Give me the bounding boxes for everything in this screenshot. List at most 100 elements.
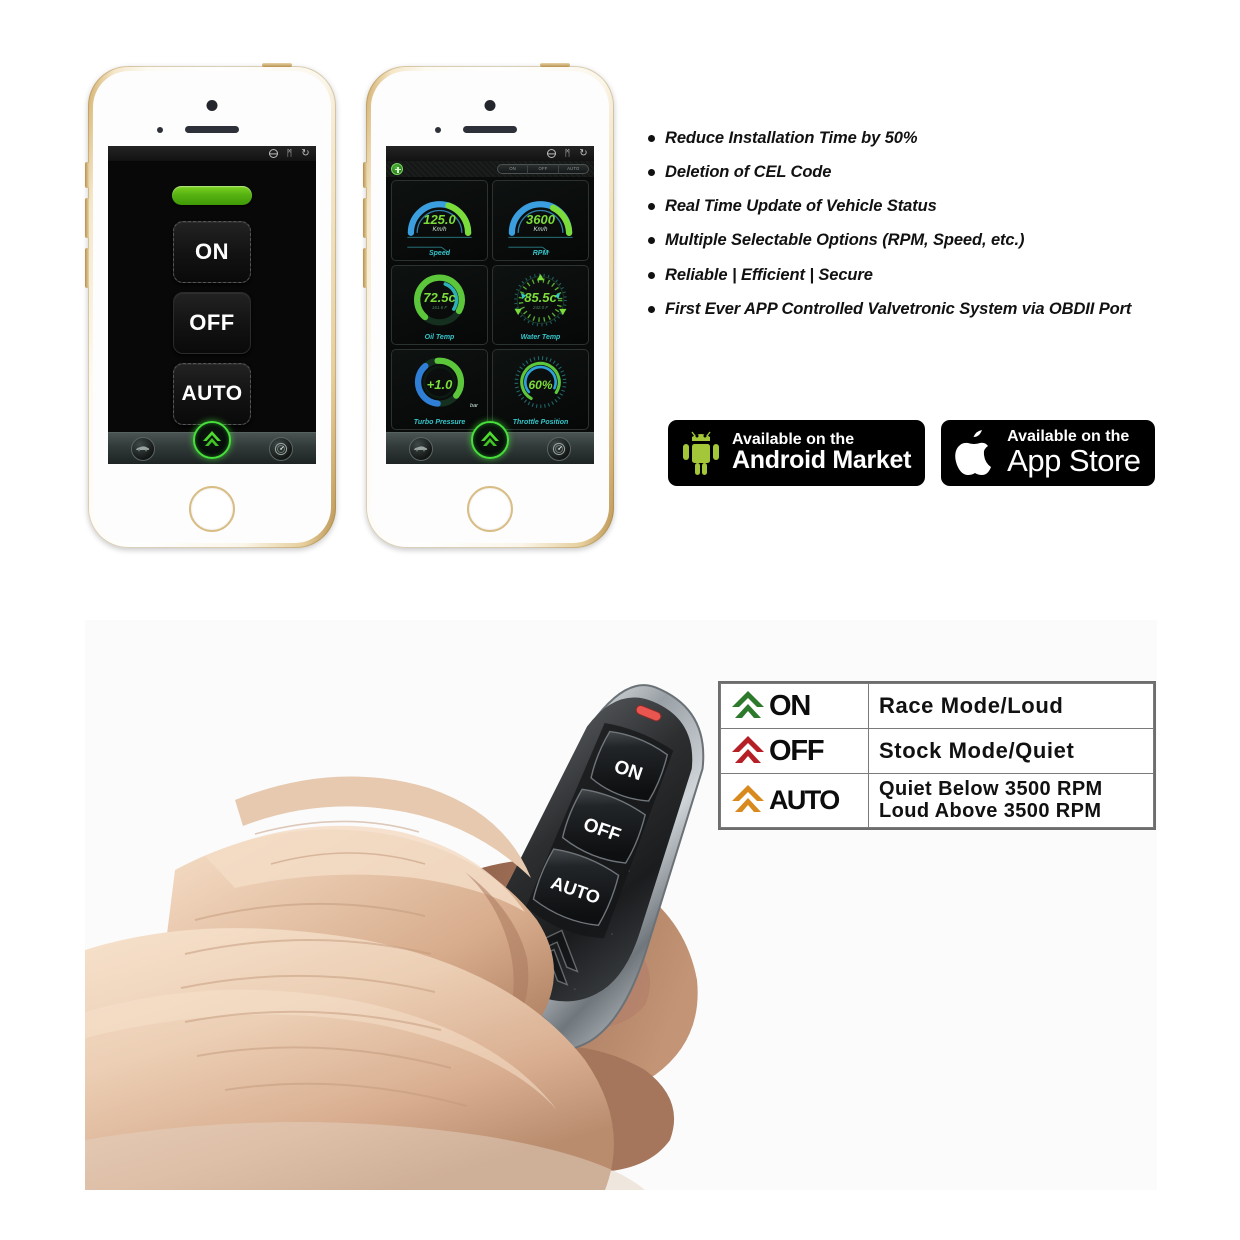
bullet-icon xyxy=(648,305,655,313)
valvetronic-logo-icon[interactable] xyxy=(193,421,231,459)
legend-desc-cell-auto: Quiet Below 3500 RPM Loud Above 3500 RPM xyxy=(868,773,1154,828)
home-button[interactable] xyxy=(467,486,513,532)
phone2-screen: ᛗ ↻ ON OFF AUTO 125.0 Km/h Speed 3600 Km… xyxy=(386,146,594,464)
connection-status-pill xyxy=(172,186,252,205)
phone-volume-up-button xyxy=(85,198,89,238)
legend-desc-text-off: Stock Mode/Quiet xyxy=(879,738,1075,764)
phone-power-button xyxy=(262,63,292,67)
legend-row-auto: AUTO Quiet Below 3500 RPM Loud Above 350… xyxy=(720,773,1154,828)
iphone-gauge-dashboard: ᛗ ↻ ON OFF AUTO 125.0 Km/h Speed 3600 Km… xyxy=(363,63,614,548)
mode-button-off[interactable]: OFF xyxy=(173,292,251,354)
legend-mode-label-auto: AUTO xyxy=(769,784,840,815)
gauge-water-temp[interactable]: 85.5c 242.0 F Water Temp xyxy=(492,264,589,346)
gauge-speed[interactable]: 125.0 Km/h Speed xyxy=(391,180,488,261)
apple-badge-line2: App Store xyxy=(1007,443,1141,479)
globe-icon xyxy=(269,149,278,158)
status-bar: ᛗ ↻ xyxy=(386,146,594,161)
legend-mode-label-off: OFF xyxy=(769,734,825,767)
bullet-icon xyxy=(648,135,655,142)
valvetronic-logo-glyph xyxy=(203,431,221,446)
gauge-settings-icon[interactable] xyxy=(269,436,294,461)
gauge-oil-temp-value: 72.5c xyxy=(423,289,456,305)
gauge-rpm-label: RPM xyxy=(532,249,549,257)
android-badge-line2: Android Market xyxy=(732,446,912,475)
segment-auto[interactable]: AUTO xyxy=(559,164,588,174)
product-sheet-page: ᛗ ↻ ON OFF AUTO ᛗ ↻ ON OFF AUTO 125.0 Km… xyxy=(0,0,1240,1240)
feature-text: Reduce Installation Time by 50% xyxy=(665,129,918,147)
android-badge-text: Available on the Android Market xyxy=(732,431,912,475)
feature-text: Deletion of CEL Code xyxy=(665,163,832,182)
bluetooth-icon: ᛗ xyxy=(564,148,571,158)
gauge-turbo-pressure-unit: bar xyxy=(470,403,478,410)
globe-icon xyxy=(547,149,556,158)
car-icon-glyph xyxy=(414,446,428,452)
gauge-speed-label: Speed xyxy=(428,249,450,257)
gauge-turbo-pressure[interactable]: +1.0 bar Turbo Pressure xyxy=(391,349,488,430)
gauge-throttle-position-value: 60% xyxy=(528,377,553,392)
refresh-icon: ↻ xyxy=(301,148,310,159)
feature-item: Deletion of CEL Code xyxy=(648,162,1168,183)
app-store-badge[interactable]: Available on the App Store xyxy=(941,420,1155,486)
gauge-water-temp-sub: 242.0 F xyxy=(532,304,549,310)
phone-silent-switch xyxy=(363,162,367,188)
car-icon-glyph xyxy=(136,446,150,452)
feature-item: Multiple Selectable Options (RPM, Speed,… xyxy=(648,230,1168,251)
gauge-settings-icon-glyph xyxy=(553,442,566,455)
car-icon[interactable] xyxy=(408,436,433,461)
chevron-logo-icon xyxy=(732,736,764,763)
gauge-speed-value: 125.0 xyxy=(423,212,456,228)
front-camera xyxy=(206,100,218,111)
proximity-sensor xyxy=(435,127,441,133)
android-robot-glyph xyxy=(683,431,719,475)
phone-power-button xyxy=(540,63,570,67)
gauge-topbar: ON OFF AUTO xyxy=(386,161,594,177)
segment-on[interactable]: ON xyxy=(498,164,529,174)
gauge-oil-temp[interactable]: 72.5c 161.6 F Oil Temp xyxy=(391,264,488,346)
valvetronic-logo-icon[interactable] xyxy=(471,421,509,459)
feature-text: Reliable | Efficient | Secure xyxy=(665,265,873,284)
feature-text: Real Time Update of Vehicle Status xyxy=(665,197,937,216)
gauge-settings-icon[interactable] xyxy=(547,436,572,461)
gauge-throttle-position[interactable]: 60% Throttle Position xyxy=(492,349,589,430)
phone1-screen: ᛗ ↻ ON OFF AUTO xyxy=(108,146,316,464)
valvetronic-logo-glyph xyxy=(481,431,499,446)
apple-logo-glyph xyxy=(955,430,992,475)
home-button[interactable] xyxy=(189,486,235,532)
mode-button-auto-label: AUTO xyxy=(181,382,243,405)
mode-button-on-label: ON xyxy=(195,239,229,264)
android-robot-icon xyxy=(679,429,723,477)
mode-button-on[interactable]: ON xyxy=(173,221,251,283)
earpiece-speaker xyxy=(463,126,517,133)
apple-logo-icon xyxy=(952,427,998,479)
proximity-sensor xyxy=(157,127,163,133)
gauge-rpm[interactable]: 3600 Km/h RPM xyxy=(492,180,589,261)
gauge-grid: 125.0 Km/h Speed 3600 Km/h RPM 72.5c 161… xyxy=(391,180,589,430)
legend-desc-text-on: Race Mode/Loud xyxy=(879,693,1064,719)
gauge-turbo-pressure-value: +1.0 xyxy=(426,377,453,393)
legend-desc-text-auto-1: Quiet Below 3500 RPM xyxy=(879,778,1103,800)
app-toolbar xyxy=(386,421,594,464)
legend-desc-text-auto-2: Loud Above 3500 RPM xyxy=(879,800,1102,823)
gauge-speed-unit: Km/h xyxy=(432,227,447,234)
mode-button-off-label: OFF xyxy=(189,310,235,335)
bluetooth-icon: ᛗ xyxy=(286,148,293,158)
feature-item: Reliable | Efficient | Secure xyxy=(648,265,1168,286)
segment-off[interactable]: OFF xyxy=(528,164,559,174)
legend-mode-label-on: ON xyxy=(769,689,811,722)
refresh-icon: ↻ xyxy=(579,148,588,159)
status-bar: ᛗ ↻ xyxy=(108,146,316,161)
store-badges: Available on the Android Market Availabl… xyxy=(668,420,1155,486)
remote-photo-panel: ON OFF AUTO ON Race Mode/Loud OFF Stock … xyxy=(85,620,1157,1190)
legend-mode-cell-auto: AUTO xyxy=(720,773,869,828)
android-market-badge[interactable]: Available on the Android Market xyxy=(668,420,926,486)
feature-item: First Ever APP Controlled Valvetronic Sy… xyxy=(648,299,1168,320)
add-gauge-button[interactable] xyxy=(391,163,403,175)
mode-segmented-control[interactable]: ON OFF AUTO xyxy=(497,164,589,174)
legend-row-off: OFF Stock Mode/Quiet xyxy=(720,728,1154,774)
mode-button-auto[interactable]: AUTO xyxy=(173,363,251,425)
legend-desc-cell-off: Stock Mode/Quiet xyxy=(868,728,1154,774)
car-icon[interactable] xyxy=(130,436,155,461)
feature-item: Real Time Update of Vehicle Status xyxy=(648,196,1168,217)
apple-badge-text: Available on the App Store xyxy=(1007,428,1141,479)
front-camera xyxy=(484,100,496,111)
